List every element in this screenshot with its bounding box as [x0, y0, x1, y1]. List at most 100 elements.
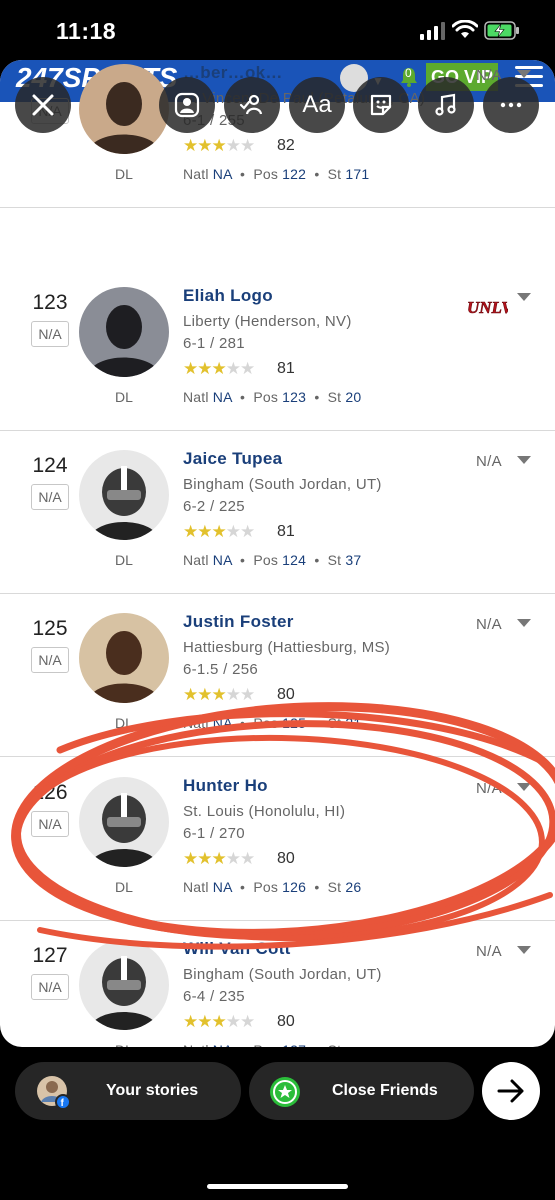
star-icon: ★: [240, 359, 255, 378]
natl-rank[interactable]: NA: [213, 879, 232, 895]
st-rank[interactable]: 37: [345, 552, 361, 568]
natl-rank[interactable]: NA: [213, 389, 232, 405]
star-rating: ★★★★★: [183, 359, 255, 379]
player-row[interactable]: N/ADL…ber…ok…St Vincent De Paul (Petalum…: [0, 60, 555, 208]
st-rank[interactable]: 26: [345, 879, 361, 895]
player-photo[interactable]: [79, 777, 169, 867]
star-icon: ★: [240, 522, 255, 541]
star-icon: ★: [183, 359, 198, 378]
player-row[interactable]: 124 N/A DL Jaice Tupea Bingham (South Jordan…: [0, 430, 555, 594]
player-row[interactable]: 127N/ADLWill Van CottBingham (South Jord…: [0, 920, 555, 1047]
player-measurables: 6-4 / 235: [183, 988, 245, 1005]
star-icon: ★: [197, 359, 212, 378]
player-rank: 126: [32, 781, 68, 804]
star-rating: ★★★★★: [183, 522, 255, 542]
natl-rank[interactable]: NA: [213, 715, 232, 731]
pos-rank[interactable]: 124: [282, 552, 306, 568]
status-time: 11:18: [56, 18, 117, 44]
player-rankings: Natl NA • Pos 125 • St 21: [183, 715, 362, 731]
pos-rank[interactable]: 122: [282, 166, 306, 182]
star-icon: ★: [197, 849, 212, 868]
st-label: St: [327, 552, 342, 568]
your-stories-button[interactable]: f Your stories: [15, 1062, 241, 1120]
star-icon: ★: [240, 1012, 255, 1031]
player-photo[interactable]: [79, 940, 169, 1030]
player-row[interactable]: 125 N/A DL Justin Foster Hattiesburg (Hattie…: [0, 593, 555, 757]
tag-tool-button[interactable]: [224, 77, 280, 133]
star-icon: ★: [211, 849, 227, 868]
music-tool-button[interactable]: [418, 77, 474, 133]
player-rankings: Natl NA • Pos 122 • St 171: [183, 166, 370, 182]
player-name-link[interactable]: Eliah Logo: [183, 286, 273, 306]
na-badge: N/A: [31, 811, 69, 837]
star-icon: ★: [211, 136, 227, 155]
player-rank: 123: [32, 291, 68, 314]
pos-rank[interactable]: 126: [282, 879, 306, 895]
natl-rank[interactable]: NA: [213, 166, 232, 182]
send-forward-button[interactable]: [482, 1062, 540, 1120]
natl-rank[interactable]: NA: [213, 552, 232, 568]
commit-status: N/A: [476, 453, 502, 470]
st-label: St: [327, 166, 342, 182]
player-name-link[interactable]: Justin Foster: [183, 612, 294, 632]
chevron-down-icon[interactable]: [517, 783, 531, 791]
player-name-link[interactable]: Jaice Tupea: [183, 449, 282, 469]
home-indicator: [207, 1184, 348, 1189]
st-rank[interactable]: 171: [345, 166, 369, 182]
tag-people-icon: [174, 92, 200, 118]
player-rating: 80: [277, 686, 295, 703]
star-icon: ★: [240, 685, 255, 704]
player-rankings: Natl NA • Pos 126 • St 26: [183, 879, 362, 895]
chevron-down-icon[interactable]: [517, 619, 531, 627]
star-icon: ★: [211, 522, 227, 541]
star-rating: ★★★★★: [183, 849, 255, 869]
unlv-logo: UNLV: [467, 298, 508, 317]
star-icon: ★: [197, 136, 212, 155]
star-icon: ★: [225, 522, 241, 541]
close-button[interactable]: [15, 77, 71, 133]
player-name-link[interactable]: Hunter Ho: [183, 776, 268, 796]
star-icon: ★: [197, 685, 212, 704]
star-icon: ★: [240, 136, 255, 155]
cellular-signal-icon: [420, 22, 445, 40]
chevron-down-icon[interactable]: [517, 456, 531, 464]
st-rank[interactable]: 21: [345, 715, 361, 731]
player-measurables: 6-2 / 225: [183, 498, 245, 515]
chevron-down-icon[interactable]: [517, 70, 531, 78]
star-icon: ★: [183, 136, 198, 155]
pos-label: Pos: [253, 715, 279, 731]
st-rank[interactable]: 20: [345, 389, 361, 405]
star-icon: ★: [211, 685, 227, 704]
player-photo[interactable]: [79, 287, 169, 377]
player-name-link[interactable]: Will Van Cott: [183, 939, 291, 959]
player-photo[interactable]: [79, 613, 169, 703]
player-school: Hattiesburg (Hattiesburg, MS): [183, 639, 391, 656]
close-friends-star-icon: [270, 1077, 300, 1107]
chevron-down-icon[interactable]: [517, 946, 531, 954]
chevron-down-icon[interactable]: [517, 293, 531, 301]
player-row[interactable]: 123 N/A DL Eliah Logo Liberty (Henderson, NV…: [0, 267, 555, 431]
close-friends-button[interactable]: Close Friends: [249, 1062, 474, 1120]
pos-rank[interactable]: 125: [282, 715, 306, 731]
position-label: DL: [115, 552, 133, 568]
natl-label: Natl: [183, 166, 209, 182]
text-tool-button[interactable]: Aa: [289, 77, 345, 133]
player-row[interactable]: 126 N/A DL Hunter Ho St. Louis (Honolulu, HI…: [0, 757, 555, 921]
pos-rank[interactable]: 123: [282, 389, 306, 405]
player-rating: 81: [277, 360, 295, 377]
position-label: DL: [115, 166, 133, 182]
mention-tool-button[interactable]: [159, 77, 215, 133]
player-photo[interactable]: [79, 450, 169, 540]
player-photo[interactable]: [79, 64, 169, 154]
star-icon: ★: [240, 849, 255, 868]
na-badge: N/A: [31, 321, 69, 347]
status-bar: 11:18: [0, 0, 555, 62]
svg-text:UNLV: UNLV: [467, 298, 508, 317]
music-note-icon: [435, 93, 456, 116]
more-options-button[interactable]: [483, 77, 539, 133]
star-icon: ★: [197, 522, 212, 541]
star-icon: ★: [183, 849, 198, 868]
player-rating: 81: [277, 523, 295, 540]
sticker-icon: [370, 94, 392, 116]
sticker-tool-button[interactable]: [353, 77, 409, 133]
